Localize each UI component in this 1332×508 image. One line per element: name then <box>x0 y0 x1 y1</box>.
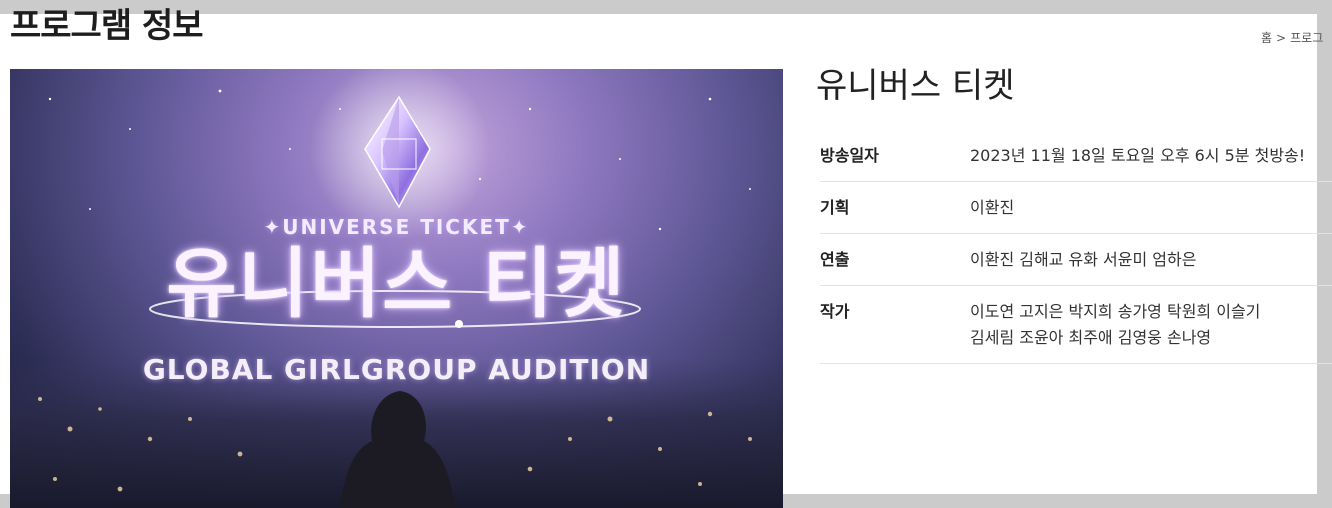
info-value: 2023년 11월 18일 토요일 오후 6시 5분 첫방송! <box>970 130 1332 182</box>
poster-title: 유니버스 티켓 <box>166 239 627 328</box>
info-value: 이환진 <box>970 181 1332 234</box>
breadcrumb-separator: > <box>1276 31 1287 45</box>
info-label: 작가 <box>820 285 970 364</box>
breadcrumb: 홈 > 프로그 <box>1261 29 1332 46</box>
info-value: 이환진 김해교 유화 서윤미 엄하은 <box>970 233 1332 286</box>
info-value: 이도연 고지은 박지희 송가영 탁원희 이슬기 김세림 조윤아 최주애 김영웅 … <box>970 285 1332 364</box>
info-label: 방송일자 <box>820 130 970 182</box>
program-info-table: 방송일자 2023년 11월 18일 토요일 오후 6시 5분 첫방송! 기획 … <box>820 130 1332 364</box>
writer-line-2: 김세림 조윤아 최주애 김영웅 손나영 <box>970 328 1212 347</box>
info-label: 연출 <box>820 233 970 286</box>
info-row-planning: 기획 이환진 <box>820 181 1332 234</box>
breadcrumb-current[interactable]: 프로그 <box>1290 31 1323 45</box>
info-label: 기획 <box>820 181 970 234</box>
poster-subtitle: ✦UNIVERSE TICKET✦ <box>263 215 530 239</box>
program-name: 유니버스 티켓 <box>816 66 1015 106</box>
page-title: 프로그램 정보 <box>10 6 204 46</box>
poster-tagline: GLOBAL GIRLGROUP AUDITION <box>142 353 651 386</box>
info-row-director: 연출 이환진 김해교 유화 서윤미 엄하은 <box>820 233 1332 286</box>
breadcrumb-home-link[interactable]: 홈 <box>1261 31 1272 45</box>
info-row-airdate: 방송일자 2023년 11월 18일 토요일 오후 6시 5분 첫방송! <box>820 130 1332 182</box>
writer-line-1: 이도연 고지은 박지희 송가영 탁원희 이슬기 <box>970 302 1261 321</box>
info-row-writer: 작가 이도연 고지은 박지희 송가영 탁원희 이슬기 김세림 조윤아 최주애 김… <box>820 285 1332 364</box>
program-poster-image: ✦UNIVERSE TICKET✦ 유니버스 티켓 GLOBAL GIRLGRO… <box>10 69 783 508</box>
